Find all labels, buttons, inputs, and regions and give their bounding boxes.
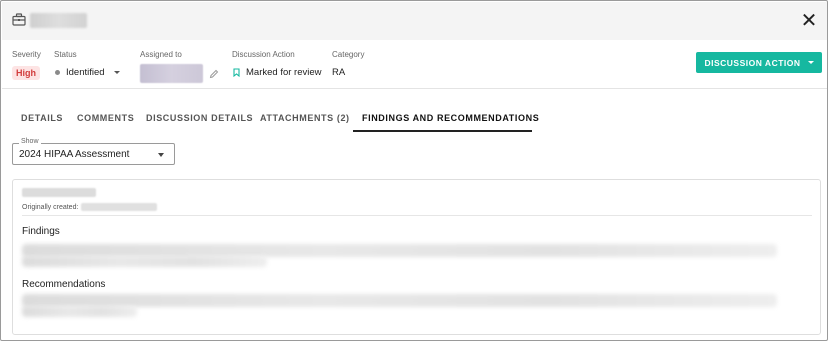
redacted-title [30, 13, 87, 28]
tab-bar: DETAILS COMMENTS DISCUSSION DETAILS ATTA… [2, 106, 827, 132]
assigned-to-label: Assigned to [140, 50, 182, 59]
active-tab-indicator [353, 130, 532, 132]
assessment-select-value: 2024 HIPAA Assessment [19, 149, 130, 160]
severity-badge: High [12, 66, 40, 80]
discussion-action-label: Discussion Action [232, 50, 295, 59]
redacted-findings-line-2 [22, 256, 267, 267]
assigned-to-field[interactable] [140, 64, 219, 83]
tab-comments[interactable]: COMMENTS [77, 113, 134, 123]
tab-attachments[interactable]: ATTACHMENTS (2) [260, 113, 350, 123]
category-value: RA [332, 67, 346, 78]
tab-discussion-details[interactable]: DISCUSSION DETAILS [146, 113, 253, 123]
redacted-finding-name [22, 188, 96, 197]
severity-label: Severity [12, 50, 41, 59]
redacted-recommendations-line-2 [22, 306, 137, 317]
recommendations-title: Recommendations [22, 279, 106, 290]
redacted-created-date [81, 203, 158, 211]
discussion-dialog: ✕ Severity High Status Identified Assign… [0, 0, 828, 341]
findings-title: Findings [22, 226, 60, 237]
category-label: Category [332, 50, 365, 59]
status-dot [55, 70, 60, 75]
discussion-action-value: Marked for review [246, 67, 322, 78]
chevron-down-icon [807, 61, 814, 64]
close-icon[interactable]: ✕ [799, 11, 819, 31]
briefcase-icon [12, 13, 26, 26]
fields-row: Severity High Status Identified Assigned… [2, 41, 827, 89]
redacted-recommendations-line-1 [22, 294, 777, 307]
status-dropdown[interactable]: Identified [55, 67, 120, 78]
redacted-assignee [140, 64, 203, 83]
originally-created-label: Originally created: [22, 203, 79, 211]
pencil-icon[interactable] [209, 69, 219, 79]
discussion-action-field[interactable]: Marked for review [233, 67, 322, 78]
assessment-select-label: Show [19, 138, 41, 145]
status-value: Identified [66, 67, 105, 78]
chevron-down-icon [158, 153, 164, 157]
assessment-select[interactable]: Show 2024 HIPAA Assessment [12, 138, 175, 165]
bookmark-icon [233, 68, 240, 77]
chevron-down-icon [113, 71, 120, 74]
dialog-header: ✕ [2, 2, 827, 40]
severity-field[interactable]: High [12, 66, 40, 80]
tab-findings-and-recommendations[interactable]: FINDINGS AND RECOMMENDATIONS [362, 113, 539, 123]
discussion-action-button[interactable]: DISCUSSION ACTION [696, 52, 822, 73]
discussion-action-button-label: DISCUSSION ACTION [704, 57, 801, 68]
finding-card: Originally created: Findings Recommendat… [12, 179, 821, 335]
status-label: Status [54, 50, 77, 59]
originally-created: Originally created: [22, 203, 158, 211]
tab-details[interactable]: DETAILS [21, 113, 63, 123]
card-divider [22, 215, 812, 216]
